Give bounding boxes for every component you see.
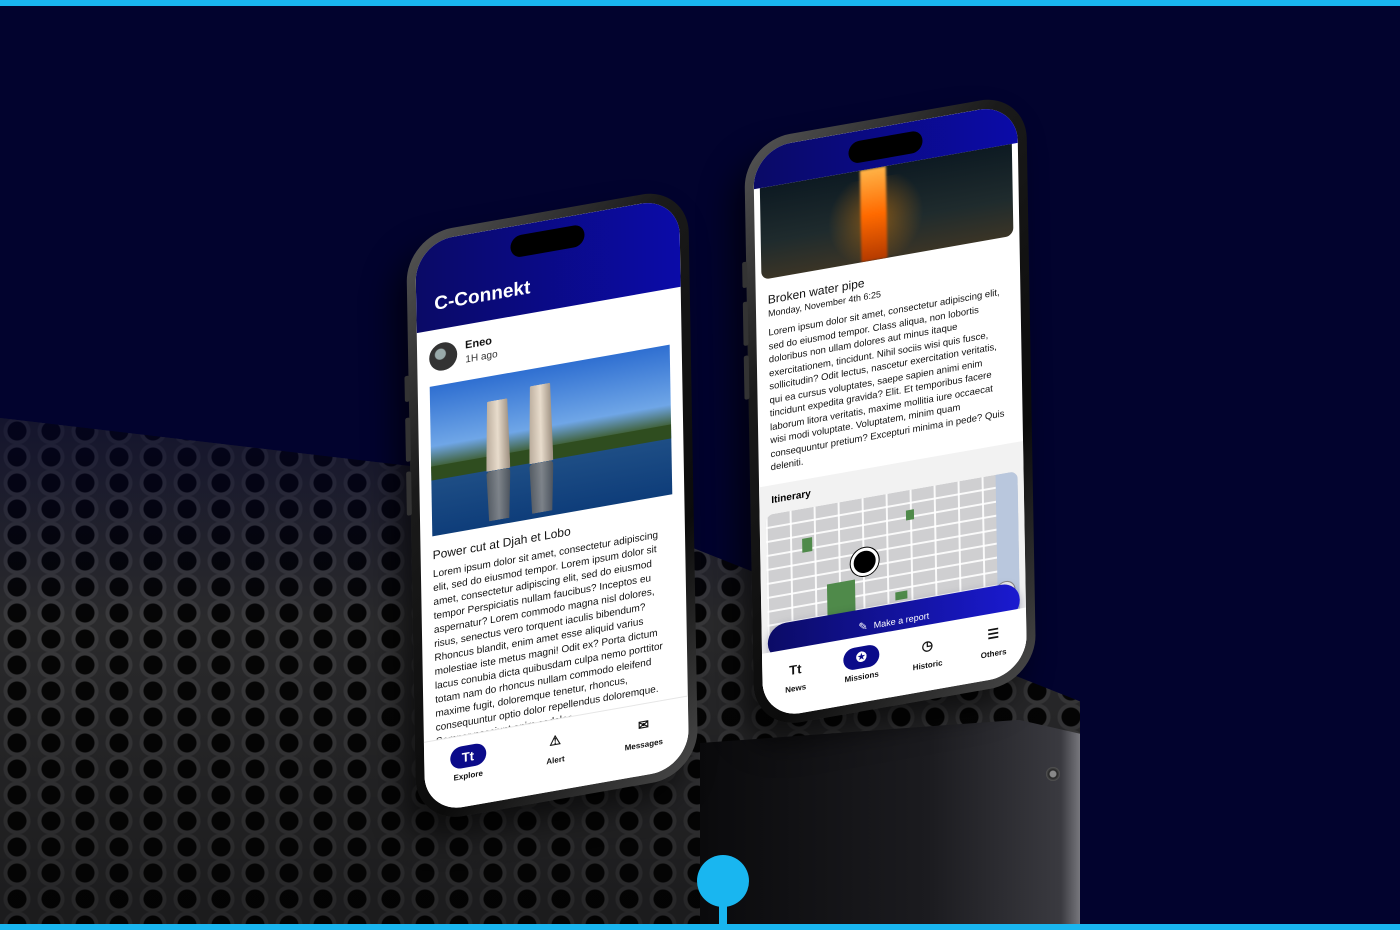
tab-label: News	[785, 682, 807, 695]
tab-label: Historic	[912, 658, 943, 673]
tab-others[interactable]: ☰ Others	[975, 620, 1012, 661]
star-badge-icon: ✪	[843, 643, 880, 672]
image-tower-reflection	[486, 468, 511, 522]
envelope-icon: ✉	[637, 716, 650, 734]
tab-explore[interactable]: Tt Explore	[449, 742, 487, 783]
tab-missions[interactable]: ✪ Missions	[843, 643, 880, 684]
bottom-accent-bar	[0, 924, 1400, 930]
clock-icon: ◷	[921, 636, 934, 654]
phone-side-button	[742, 261, 748, 289]
tab-label: Others	[980, 646, 1007, 661]
post-time: 1H ago	[465, 348, 498, 366]
map-location-marker[interactable]	[850, 544, 879, 578]
avatar[interactable]	[428, 340, 458, 373]
phone-side-button	[404, 375, 410, 403]
menu-lines-icon: ☰	[987, 625, 1000, 643]
tab-alert[interactable]: ⚠ Alert	[537, 727, 574, 768]
image-cooling-tower	[528, 382, 553, 464]
map-park	[895, 589, 908, 600]
phone-side-button	[406, 471, 412, 516]
phone-side-button	[405, 417, 411, 463]
map-park	[802, 536, 813, 553]
tab-label: Alert	[546, 754, 565, 767]
text-tt-icon: Tt	[449, 742, 487, 771]
post-body: Lorem ipsum dolor sit amet, consectetur …	[768, 287, 1005, 474]
tab-label: Missions	[844, 669, 879, 685]
tab-historic[interactable]: ◷ Historic	[909, 632, 946, 673]
phone-screen: C-Connekt Eneo 1H ago Power cut at Djah …	[415, 196, 690, 814]
pin-stem	[719, 900, 727, 926]
app-title: C-Connekt	[434, 277, 531, 316]
tab-messages[interactable]: ✉ Messages	[624, 711, 664, 753]
post-image	[429, 344, 673, 537]
image-tower-reflection	[529, 460, 554, 514]
image-fire	[859, 166, 888, 263]
text-tt-icon: Tt	[789, 660, 802, 678]
warning-triangle-icon: ⚠	[549, 731, 562, 749]
top-accent-bar	[0, 0, 1400, 6]
tab-news[interactable]: Tt News	[777, 655, 814, 696]
phone-explore: C-Connekt Eneo 1H ago Power cut at Djah …	[404, 186, 699, 825]
phone-side-button	[742, 301, 749, 347]
image-cooling-tower	[485, 398, 510, 472]
map-park	[905, 508, 915, 521]
tab-label: Messages	[624, 736, 664, 753]
phone-side-button	[743, 355, 750, 400]
case-bolt	[1046, 767, 1060, 781]
phone-missions: Broken water pipe Monday, November 4th 6…	[742, 92, 1037, 731]
post-meta: Eneo 1H ago	[465, 334, 498, 366]
pencil-icon: ✎	[858, 620, 868, 634]
tab-label: Explore	[453, 768, 483, 783]
phone-screen: Broken water pipe Monday, November 4th 6…	[753, 102, 1028, 720]
